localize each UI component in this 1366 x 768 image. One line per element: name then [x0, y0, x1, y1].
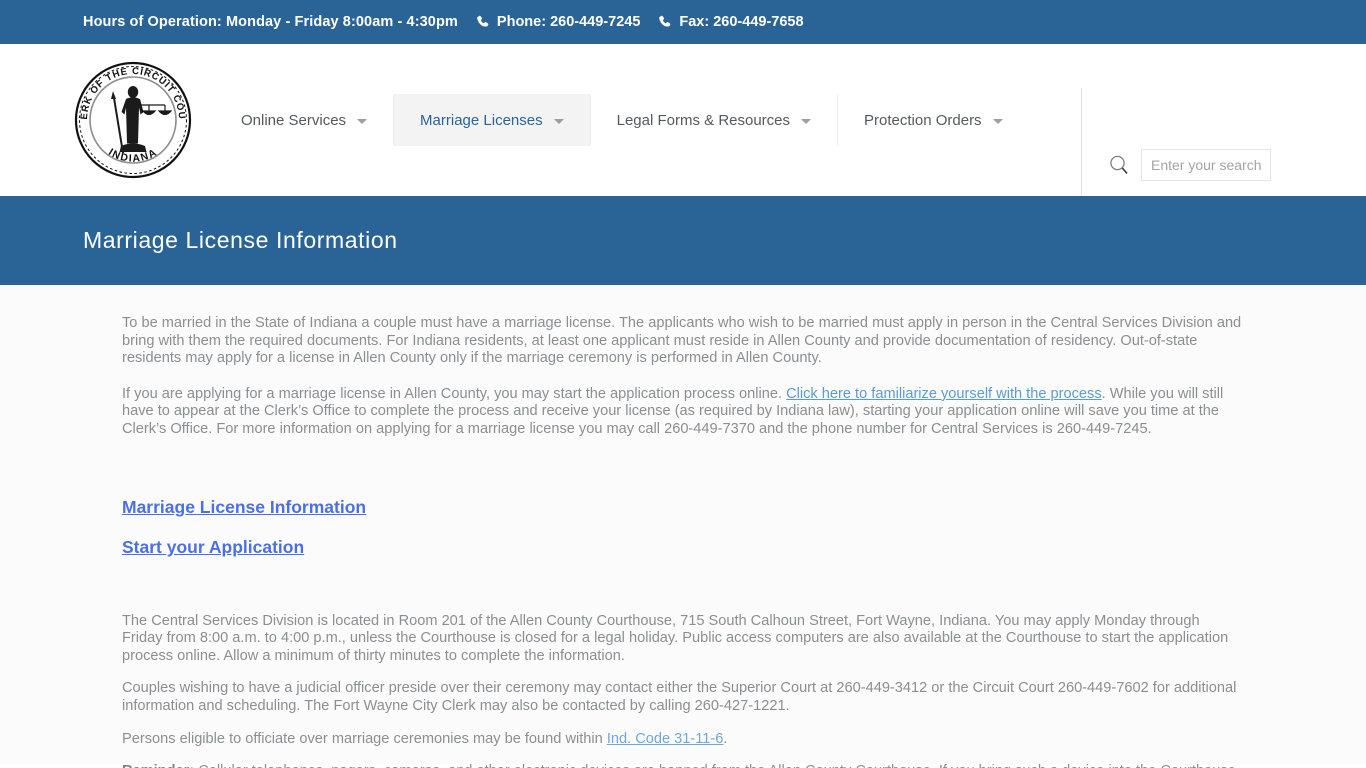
- search-icon[interactable]: [1108, 154, 1130, 176]
- paragraph-text-after-link: .: [723, 730, 728, 747]
- search-area: [1108, 149, 1271, 181]
- officiate-eligibility-paragraph: Persons eligible to officiate over marri…: [122, 731, 1244, 749]
- chevron-down-icon: [357, 118, 368, 124]
- main-content: To be married in the State of Indiana a …: [0, 285, 1366, 768]
- nav-item-protection-orders[interactable]: Protection Orders: [838, 94, 1029, 146]
- nav-item-label: Online Services: [241, 111, 347, 129]
- reminder-paragraph: Reminder: Cellular telephones, pagers, c…: [122, 763, 1244, 768]
- phone-icon: [658, 15, 672, 29]
- nav-item-online-services[interactable]: Online Services: [215, 94, 395, 146]
- nav-item-legal-forms-resources[interactable]: Legal Forms & Resources: [591, 94, 839, 146]
- search-input[interactable]: [1141, 149, 1271, 181]
- main-navigation: Online Services Marriage Licenses Legal …: [215, 94, 1029, 146]
- reminder-text: Cellular telephones, pagers, cameras, an…: [122, 763, 1240, 768]
- page-title: Marriage License Information: [83, 227, 398, 253]
- site-header: CLERK OF THE CIRCUIT COURT INDIANA Onlin…: [0, 44, 1366, 196]
- chevron-down-icon: [801, 118, 812, 124]
- chevron-down-icon: [553, 118, 564, 124]
- reminder-label: Reminder:: [122, 763, 194, 768]
- nav-item-label: Protection Orders: [864, 111, 982, 129]
- fax-number-label: Fax: 260-449-7658: [679, 14, 804, 30]
- online-application-paragraph: If you are applying for a marriage licen…: [122, 386, 1244, 439]
- phone-icon: [476, 15, 490, 29]
- intro-paragraph: To be married in the State of Indiana a …: [122, 315, 1242, 367]
- header-divider: [1081, 88, 1082, 196]
- nav-item-marriage-licenses[interactable]: Marriage Licenses: [394, 94, 591, 146]
- site-logo[interactable]: CLERK OF THE CIRCUIT COURT INDIANA: [71, 58, 195, 182]
- top-utility-bar: Hours of Operation: Monday - Friday 8:00…: [0, 0, 1366, 44]
- paragraph-text-before-link: If you are applying for a marriage licen…: [122, 385, 787, 402]
- hours-of-operation-text: Hours of Operation: Monday - Friday 8:00…: [83, 14, 458, 30]
- phone-number-label: Phone: 260-449-7245: [496, 14, 641, 30]
- paragraph-text-before-link: Persons eligible to officiate over marri…: [122, 730, 607, 747]
- nav-item-label: Legal Forms & Resources: [616, 111, 791, 129]
- judicial-officer-paragraph: Couples wishing to have a judicial offic…: [122, 680, 1237, 714]
- familiarize-process-link[interactable]: Click here to familiarize yourself with …: [786, 386, 1102, 402]
- indiana-code-link[interactable]: Ind. Code 31-11-6: [607, 731, 724, 747]
- phone-contact[interactable]: Phone: 260-449-7245: [476, 14, 640, 30]
- page-title-banner: Marriage License Information: [0, 196, 1366, 285]
- start-your-application-link[interactable]: Start your Application: [122, 537, 304, 558]
- nav-item-label: Marriage Licenses: [420, 111, 543, 129]
- central-services-location-paragraph: The Central Services Division is located…: [122, 612, 1229, 664]
- marriage-license-information-link[interactable]: Marriage License Information: [122, 497, 366, 518]
- chevron-down-icon: [992, 118, 1003, 124]
- fax-contact: Fax: 260-449-7658: [658, 14, 804, 30]
